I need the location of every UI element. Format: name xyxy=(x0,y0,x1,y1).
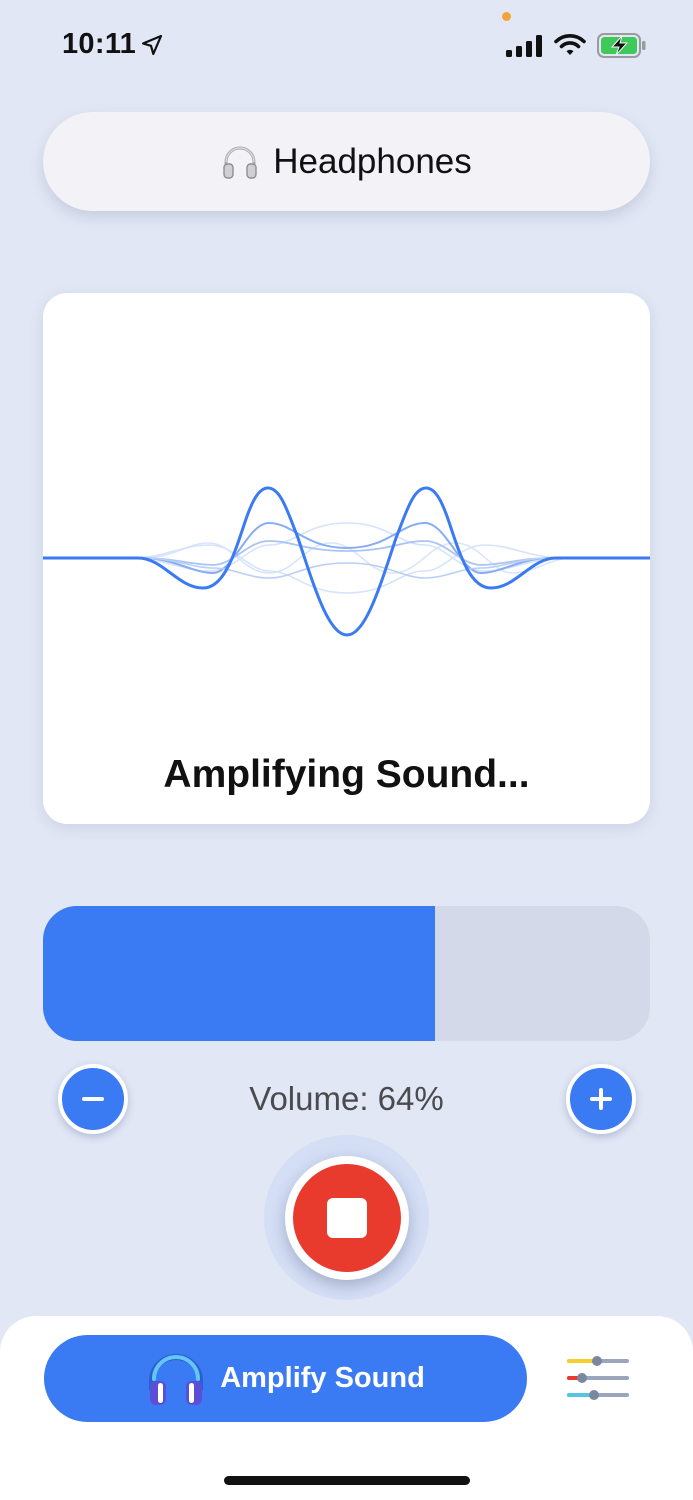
signal-icon xyxy=(506,35,542,57)
status-time: 10:11 xyxy=(62,28,137,60)
headphones-icon xyxy=(223,146,257,179)
waveform-visualization xyxy=(43,486,650,637)
device-name: Headphones xyxy=(273,141,472,181)
plus-icon xyxy=(590,1088,612,1110)
home-indicator xyxy=(224,1476,470,1485)
stop-button[interactable] xyxy=(285,1156,409,1280)
status-bar: 10:11 xyxy=(0,0,693,90)
stop-button-inner xyxy=(293,1164,401,1272)
headphones-icon xyxy=(149,1353,204,1405)
amplifying-status-text: Amplifying Sound... xyxy=(163,753,530,796)
volume-increase-button[interactable] xyxy=(566,1064,636,1134)
volume-slider[interactable] xyxy=(43,906,650,1041)
privacy-indicator-dot xyxy=(502,12,511,21)
stop-icon xyxy=(327,1198,367,1238)
wifi-icon xyxy=(554,34,586,55)
audio-output-selector[interactable]: Headphones xyxy=(43,112,650,211)
waveform-card: Amplifying Sound... xyxy=(43,293,650,824)
sliders-icon[interactable] xyxy=(566,1354,630,1402)
amplify-sound-button[interactable]: Amplify Sound xyxy=(44,1335,527,1422)
volume-slider-fill xyxy=(43,906,435,1041)
amplify-sound-label: Amplify Sound xyxy=(220,1362,425,1394)
battery-charging-icon xyxy=(597,33,646,58)
location-arrow-icon xyxy=(141,34,163,56)
